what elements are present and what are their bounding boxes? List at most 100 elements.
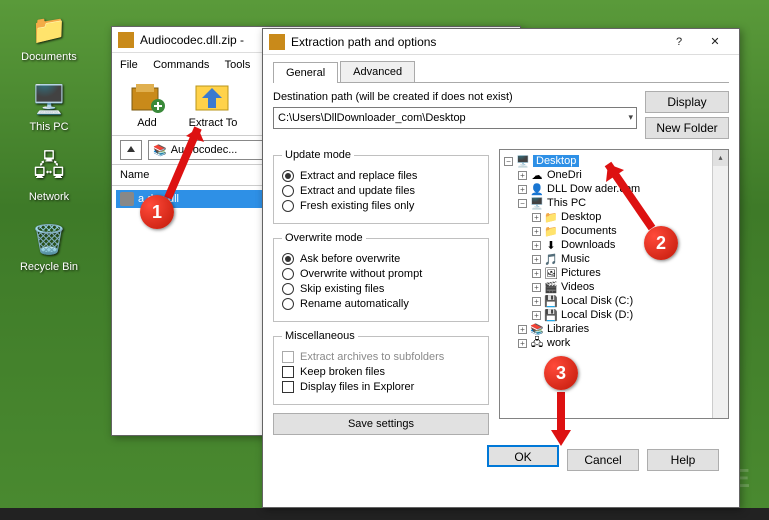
annotation-1: 1 [140,195,174,229]
folder-icon: 📁 [30,10,68,48]
radio-rename[interactable]: Rename automatically [282,298,480,310]
folder-icon: 📁 [544,225,558,237]
disk-icon: 💾 [544,309,558,321]
display-button[interactable]: Display [645,91,729,113]
folder-icon: 📁 [544,211,558,223]
overwrite-legend: Overwrite mode [282,232,366,244]
collapse-icon[interactable]: − [504,157,513,166]
misc-group: Miscellaneous Extract archives to subfol… [273,330,489,405]
tree-pictures[interactable]: +🖼Pictures [504,266,724,280]
expand-icon[interactable]: + [532,311,541,320]
scroll-up-icon[interactable]: ▴ [713,150,728,166]
winrar-icon [118,32,134,48]
user-icon: 👤 [530,183,544,195]
expand-icon[interactable]: + [518,171,527,180]
annotation-2: 2 [644,226,678,260]
tree-music[interactable]: +🎵Music [504,252,724,266]
tree-downloads[interactable]: +⬇Downloads [504,238,724,252]
expand-icon[interactable]: + [532,213,541,222]
expand-icon[interactable]: + [532,255,541,264]
radio-icon [282,170,294,182]
expand-icon[interactable]: + [532,283,541,292]
save-settings-button[interactable]: Save settings [273,413,489,435]
help-button[interactable]: Help [647,449,719,471]
annotation-arrow-3 [548,390,578,454]
close-button[interactable]: ✕ [697,31,733,53]
desktop-label: Network [14,191,84,203]
collapse-icon[interactable]: − [518,199,527,208]
expand-icon[interactable]: + [518,339,527,348]
annotation-3: 3 [544,356,578,390]
expand-icon[interactable]: + [532,269,541,278]
desktop-icon-documents[interactable]: 📁 Documents [14,10,84,63]
radio-fresh[interactable]: Fresh existing files only [282,200,480,212]
dll-icon [120,192,134,206]
dialog-tabs: General Advanced [273,61,729,83]
extract-icon [193,79,233,115]
expand-icon[interactable]: + [518,325,527,334]
expand-icon[interactable]: + [532,241,541,250]
tree-localc[interactable]: +💾Local Disk (C:) [504,294,724,308]
checkbox-icon [282,351,294,363]
desktop-icon-recyclebin[interactable]: 🗑️ Recycle Bin [14,220,84,273]
tab-general[interactable]: General [273,62,338,83]
recycle-icon: 🗑️ [30,220,68,258]
dropdown-caret-icon[interactable]: ▾ [628,112,633,123]
taskbar[interactable] [0,508,769,520]
desktop-icon: 🖥️ [516,155,530,167]
annotation-arrow-2 [596,152,660,236]
checkbox-icon [282,381,294,393]
radio-icon [282,283,294,295]
download-icon: ⬇ [544,239,558,251]
radio-update[interactable]: Extract and update files [282,185,480,197]
dest-label: Destination path (will be created if doe… [273,91,637,103]
tree-videos[interactable]: +🎬Videos [504,280,724,294]
expand-icon[interactable]: + [532,227,541,236]
radio-ask[interactable]: Ask before overwrite [282,253,480,265]
tree-scrollbar[interactable]: ▴ [712,150,728,418]
add-icon [127,79,167,115]
radio-skip[interactable]: Skip existing files [282,283,480,295]
expand-icon[interactable]: + [532,297,541,306]
disk-icon: 💾 [544,295,558,307]
annotation-arrow-1 [158,118,208,204]
radio-icon [282,185,294,197]
tree-locald[interactable]: +💾Local Disk (D:) [504,308,724,322]
overwrite-mode-group: Overwrite mode Ask before overwrite Over… [273,232,489,322]
radio-icon [282,268,294,280]
network-icon: 🖧 [530,337,544,349]
radio-icon [282,253,294,265]
update-legend: Update mode [282,149,354,161]
menu-file[interactable]: File [120,59,138,71]
up-dir-button[interactable] [120,140,142,160]
checkbox-icon [282,366,294,378]
radio-replace[interactable]: Extract and replace files [282,170,480,182]
check-broken[interactable]: Keep broken files [282,366,480,378]
extraction-dialog: Extraction path and options ? ✕ General … [262,28,740,508]
pictures-icon: 🖼 [544,267,558,279]
newfolder-button[interactable]: New Folder [645,117,729,139]
check-explorer[interactable]: Display files in Explorer [282,381,480,393]
cloud-icon: ☁ [530,169,544,181]
radio-icon [282,200,294,212]
desktop-label: Documents [14,51,84,63]
menu-commands[interactable]: Commands [153,59,209,71]
pc-icon: 🖥️ [530,197,544,209]
video-icon: 🎬 [544,281,558,293]
tab-advanced[interactable]: Advanced [340,61,415,82]
help-button[interactable]: ? [661,31,697,53]
network-icon: 🖧 [30,150,68,188]
menu-tools[interactable]: Tools [225,59,251,71]
destination-input[interactable] [273,107,637,129]
expand-icon[interactable]: + [518,185,527,194]
dialog-title: Extraction path and options [291,35,661,49]
dialog-titlebar[interactable]: Extraction path and options ? ✕ [263,29,739,55]
check-subfolders[interactable]: Extract archives to subfolders [282,351,480,363]
pc-icon: 🖥️ [30,80,68,118]
misc-legend: Miscellaneous [282,330,358,342]
desktop-icon-thispc[interactable]: 🖥️ This PC [14,80,84,133]
radio-overwrite[interactable]: Overwrite without prompt [282,268,480,280]
winrar-icon [269,34,285,50]
desktop-icon-network[interactable]: 🖧 Network [14,150,84,203]
tree-network[interactable]: +🖧work [504,336,724,350]
